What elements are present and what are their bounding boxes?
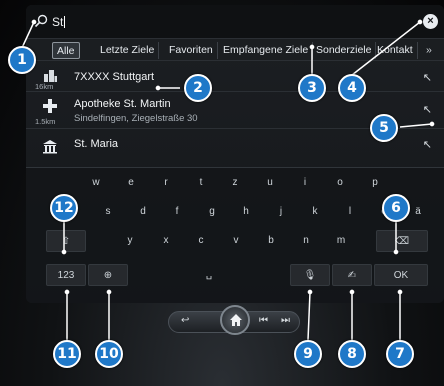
tab-favoriten[interactable]: Favoriten — [165, 42, 218, 59]
key-v[interactable]: v — [226, 230, 246, 252]
result-address: Sindelfingen, Ziegelstraße 30 — [74, 113, 198, 124]
result-title: St. Maria — [74, 138, 119, 150]
category-tabs: Alle Letzte Ziele Favoriten Empfangene Z… — [26, 39, 444, 61]
tab-alle[interactable]: Alle — [52, 42, 80, 59]
key-d[interactable]: d — [133, 201, 153, 223]
backspace-key[interactable]: ⌫ — [376, 230, 428, 252]
clear-search-icon[interactable]: × — [423, 14, 438, 29]
numbers-key[interactable]: 123 — [46, 264, 86, 286]
key-n[interactable]: n — [296, 230, 316, 252]
callout-3: 3 — [298, 74, 326, 102]
device-frame: St × Alle Letzte Ziele Favoriten Empfang… — [0, 0, 444, 386]
church-icon — [43, 140, 57, 154]
callout-4: 4 — [338, 74, 366, 102]
tab-sonderziele[interactable]: Sonderziele — [312, 42, 377, 59]
key-p[interactable]: p — [365, 172, 385, 194]
key-j[interactable]: j — [271, 201, 291, 223]
tab-empfangene-ziele[interactable]: Empfangene Ziele — [219, 42, 314, 59]
key-r[interactable]: r — [156, 172, 176, 194]
result-title: 7XXXX Stuttgart — [74, 71, 155, 83]
key-h[interactable]: h — [236, 201, 256, 223]
key-x[interactable]: x — [156, 230, 176, 252]
distance-label: 16km — [35, 82, 54, 91]
next-track-icon[interactable]: ⏭ — [281, 315, 290, 326]
destination-search-bar[interactable]: St × — [26, 5, 444, 39]
home-icon — [230, 314, 242, 326]
tab-letzte-ziele[interactable]: Letzte Ziele — [96, 42, 160, 59]
result-title: Apotheke St. Martin — [74, 98, 171, 110]
callout-10: 10 — [95, 340, 123, 368]
key-o[interactable]: o — [330, 172, 350, 194]
key-t[interactable]: t — [191, 172, 211, 194]
back-arrow-icon[interactable]: ↩ — [181, 315, 189, 326]
home-button[interactable] — [220, 305, 250, 335]
on-screen-keyboard: w e r t z u i o p a s d f g h j k l ö ä … — [26, 167, 444, 303]
previous-track-icon[interactable]: ⏮ — [259, 315, 268, 326]
key-l[interactable]: l — [340, 201, 360, 223]
key-f[interactable]: f — [167, 201, 187, 223]
callout-1: 1 — [8, 46, 36, 74]
key-z[interactable]: z — [225, 172, 245, 194]
key-g[interactable]: g — [202, 201, 222, 223]
tab-more[interactable]: » — [422, 42, 436, 59]
tab-kontakt[interactable]: Kontakt — [373, 42, 418, 59]
key-i[interactable]: i — [295, 172, 315, 194]
callout-9: 9 — [294, 340, 322, 368]
key-u[interactable]: u — [260, 172, 280, 194]
key-k[interactable]: k — [305, 201, 325, 223]
key-m[interactable]: m — [331, 230, 351, 252]
callout-12: 12 — [50, 194, 78, 222]
callout-2: 2 — [184, 74, 212, 102]
list-item[interactable]: 16km 7XXXX Stuttgart ↖ — [26, 62, 444, 92]
voice-input-microphone-icon[interactable]: 🎙 — [290, 264, 330, 286]
handwriting-input-icon[interactable]: ✍ — [332, 264, 372, 286]
key-b[interactable]: b — [261, 230, 281, 252]
key-y[interactable]: y — [120, 230, 140, 252]
distance-label: 1.5km — [35, 117, 56, 126]
key-a-umlaut[interactable]: ä — [408, 201, 428, 223]
key-s[interactable]: s — [98, 201, 118, 223]
key-c[interactable]: c — [191, 230, 211, 252]
key-e[interactable]: e — [121, 172, 141, 194]
shift-key[interactable]: ⇧ — [46, 230, 86, 252]
jump-to-arrow-icon[interactable]: ↖ — [423, 103, 432, 116]
search-icon — [34, 14, 48, 28]
navigation-screen: St × Alle Letzte Ziele Favoriten Empfang… — [26, 5, 444, 303]
jump-to-arrow-icon[interactable]: ↖ — [423, 71, 432, 84]
callout-11: 11 — [53, 340, 81, 368]
callout-6: 6 — [382, 194, 410, 222]
text-cursor — [64, 16, 66, 28]
pharmacy-cross-icon — [43, 99, 57, 113]
callout-5: 5 — [370, 114, 398, 142]
space-key[interactable]: ␣ — [130, 264, 288, 286]
callout-8: 8 — [338, 340, 366, 368]
results-list: 16km 7XXXX Stuttgart ↖ 1.5km Apotheke St… — [26, 62, 444, 162]
search-query[interactable]: St — [52, 15, 66, 29]
ok-button[interactable]: OK — [374, 264, 428, 286]
jump-to-arrow-icon[interactable]: ↖ — [423, 138, 432, 151]
callout-7: 7 — [386, 340, 414, 368]
language-globe-icon[interactable]: ⊕ — [88, 264, 128, 286]
key-w[interactable]: w — [86, 172, 106, 194]
